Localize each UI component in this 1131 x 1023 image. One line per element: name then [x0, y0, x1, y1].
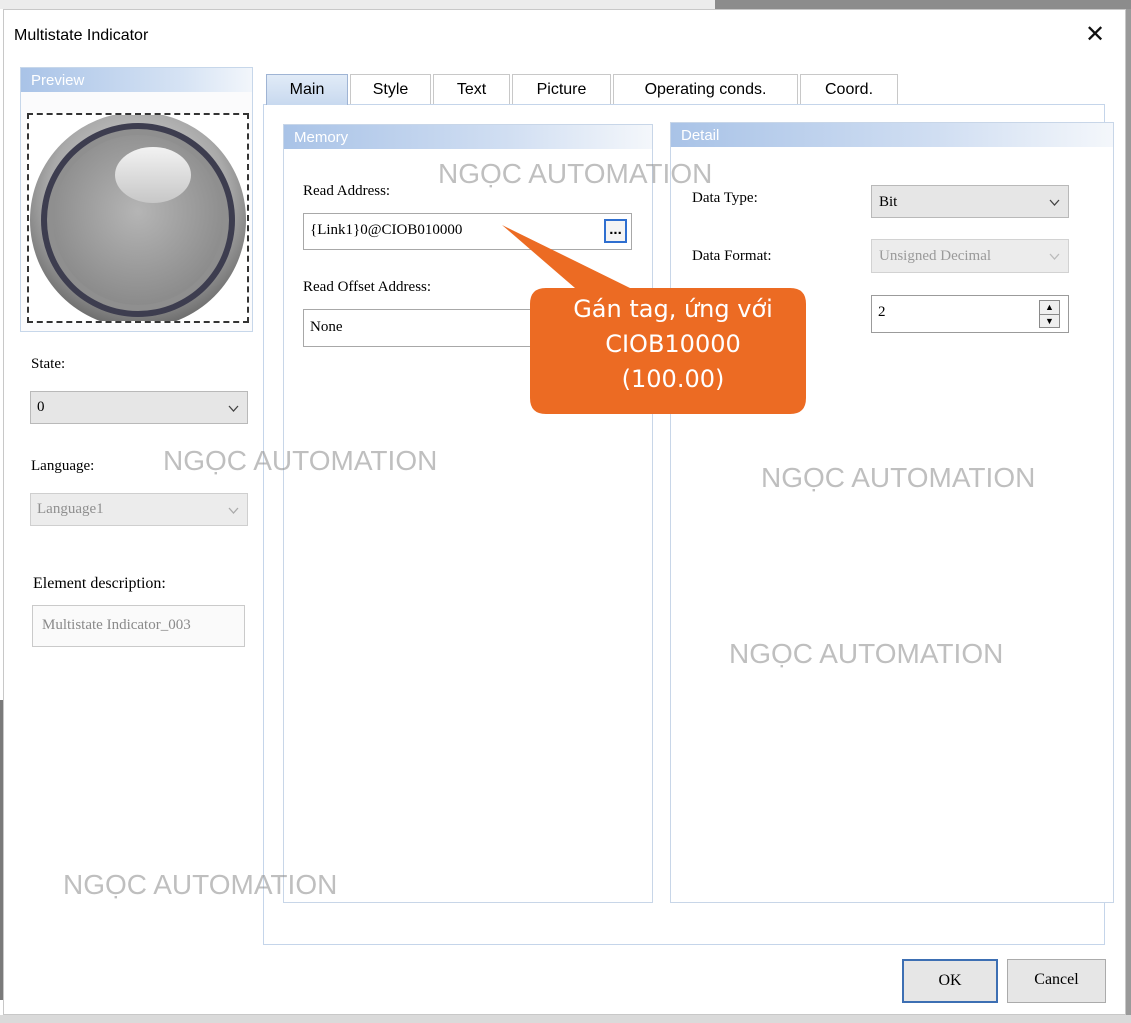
callout-line: CIOB10000 [605, 330, 741, 358]
tab-main[interactable]: Main [266, 74, 348, 105]
background-edge [0, 700, 3, 1000]
watermark: NGỌC AUTOMATION [163, 445, 438, 476]
chevron-down-icon [1049, 253, 1060, 260]
cancel-button[interactable]: Cancel [1007, 959, 1106, 1003]
element-description-label: Element description: [33, 575, 166, 592]
callout-line: Gán tag, ứng với [573, 295, 773, 323]
state-value: 0 [37, 399, 45, 415]
background-strip [0, 0, 715, 9]
lamp-icon [30, 112, 246, 328]
data-type-dropdown[interactable]: Bit [871, 185, 1069, 218]
data-format-value: Unsigned Decimal [879, 248, 992, 264]
watermark: NGỌC AUTOMATION [63, 869, 338, 900]
indicator-preview-image [27, 112, 249, 328]
element-description-field[interactable]: Multistate Indicator_003 [32, 605, 245, 647]
tab-operating-conds[interactable]: Operating conds. [613, 74, 798, 105]
tab-style[interactable]: Style [350, 74, 431, 105]
background-edge [1126, 9, 1131, 1019]
tab-picture[interactable]: Picture [512, 74, 611, 105]
read-offset-address-label: Read Offset Address: [303, 279, 432, 295]
watermark: NGỌC AUTOMATION [729, 638, 1004, 669]
data-type-value: Bit [879, 194, 898, 210]
read-address-label: Read Address: [303, 183, 391, 199]
dialog-title: Multistate Indicator [14, 27, 149, 44]
tab-coord[interactable]: Coord. [800, 74, 898, 105]
watermark: NGỌC AUTOMATION [438, 158, 713, 189]
data-format-dropdown[interactable]: Unsigned Decimal [871, 239, 1069, 273]
chevron-down-icon [228, 405, 239, 412]
preview-header: Preview [21, 68, 252, 92]
background-edge [0, 1015, 1131, 1023]
state-label: State: [31, 356, 66, 372]
language-value: Language1 [37, 501, 104, 517]
language-dropdown[interactable]: Language1 [30, 493, 248, 526]
watermark: NGỌC AUTOMATION [761, 462, 1036, 493]
arrow-up-icon[interactable]: ▲ [1040, 301, 1059, 314]
chevron-down-icon [1049, 199, 1060, 206]
arrow-down-icon[interactable]: ▼ [1040, 314, 1059, 327]
callout-line: (100.00) [621, 365, 725, 393]
data-type-label: Data Type: [692, 190, 758, 206]
memory-group-header: Memory [284, 125, 652, 149]
chevron-down-icon [228, 507, 239, 514]
state-dropdown[interactable]: 0 [30, 391, 248, 424]
close-icon[interactable]: ✕ [1080, 20, 1110, 50]
detail-group-header: Detail [671, 123, 1113, 147]
tab-text[interactable]: Text [433, 74, 510, 105]
background-strip [715, 0, 1131, 9]
callout-text: Gán tag, ứng với CIOB10000 (100.00) [530, 288, 816, 414]
language-label: Language: [31, 458, 95, 474]
ok-button[interactable]: OK [902, 959, 998, 1003]
